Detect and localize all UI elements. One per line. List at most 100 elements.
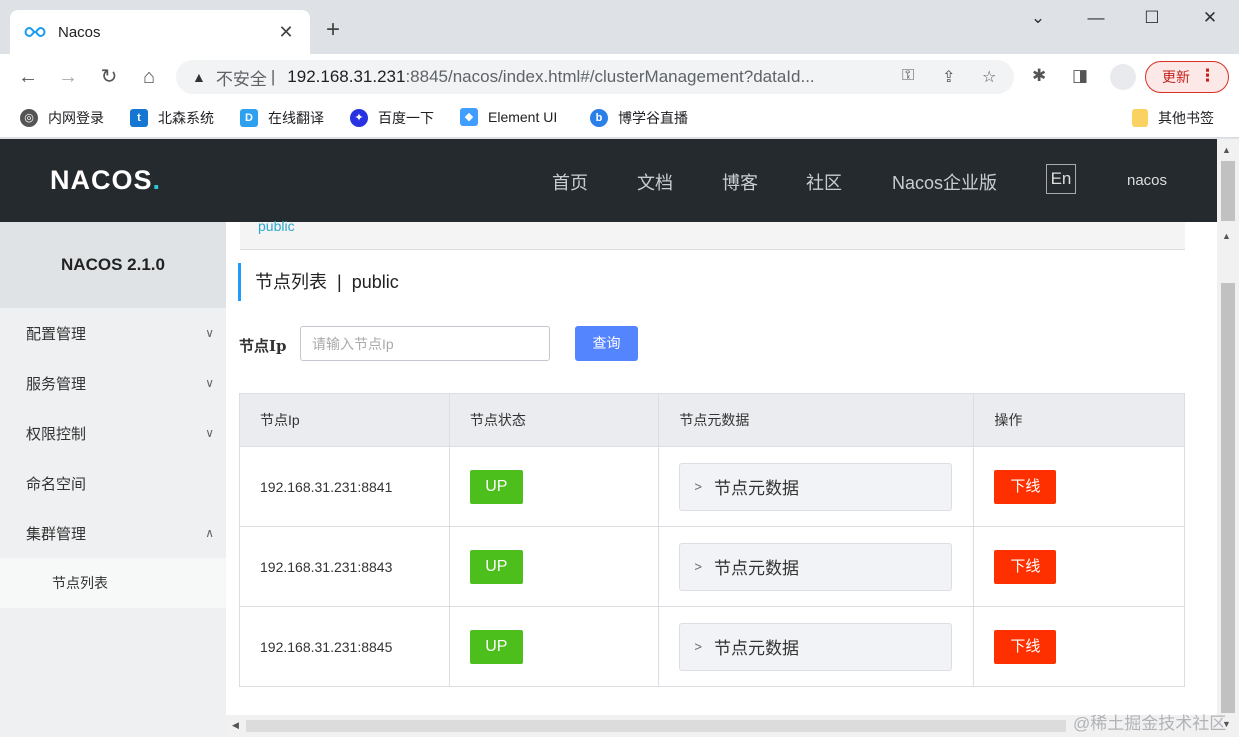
- update-button[interactable]: 更新 ⋮: [1145, 61, 1229, 93]
- page-title: 节点列表 | public: [238, 263, 399, 301]
- url-host: 192.168.31.231: [287, 67, 406, 86]
- language-toggle[interactable]: En: [1046, 164, 1076, 194]
- reload-icon[interactable]: ↻: [96, 64, 122, 90]
- browser-toolbar: ← → ↻ ⌂ ▲ 不安全 | 192.168.31.231 :8845/nac…: [0, 54, 1239, 100]
- more-menu-icon[interactable]: ⋮: [1199, 66, 1216, 86]
- column-header: 操作: [973, 393, 1185, 447]
- sidebar-item-cluster[interactable]: 集群管理 ∧: [0, 508, 226, 558]
- chevron-right-icon: >: [694, 639, 703, 654]
- nav-docs[interactable]: 文档: [637, 169, 673, 195]
- scroll-up-icon[interactable]: ▲: [1222, 231, 1231, 241]
- star-icon[interactable]: ☆: [982, 67, 996, 87]
- bookmark-label: 百度一下: [378, 110, 434, 126]
- nav-blog[interactable]: 博客: [722, 169, 758, 195]
- sidebar-item-config[interactable]: 配置管理 ∨: [0, 308, 226, 358]
- profile-avatar[interactable]: [1110, 64, 1136, 90]
- forward-arrow-icon[interactable]: →: [55, 64, 81, 90]
- sidebar-item-label: 配置管理: [26, 325, 87, 343]
- bookmark-item[interactable]: b 博学谷直播: [590, 108, 688, 128]
- content-scroll-thumb[interactable]: [1221, 283, 1235, 713]
- title-text: 节点列表: [255, 272, 327, 292]
- metadata-expander[interactable]: > 节点元数据: [679, 542, 953, 591]
- column-header: 节点状态: [448, 393, 660, 447]
- bookmark-item[interactable]: ✦ 百度一下: [350, 108, 434, 128]
- sidebar-item-namespace[interactable]: 命名空间: [0, 458, 226, 508]
- sidebar-item-label: 命名空间: [26, 475, 87, 493]
- page-scroll-thumb[interactable]: [1221, 161, 1235, 221]
- extensions-icon[interactable]: ✱: [1032, 66, 1046, 86]
- namespace-link[interactable]: public: [258, 218, 295, 234]
- globe-icon: ◎: [20, 109, 38, 127]
- column-header: 节点元数据: [658, 393, 975, 447]
- scroll-up-icon[interactable]: ▲: [1222, 145, 1231, 155]
- tab-strip: Nacos ✕ + ⌄ — ☐ ✕: [0, 0, 1239, 54]
- close-tab-icon[interactable]: ✕: [276, 22, 296, 43]
- bookmark-item[interactable]: ◆ Element UI: [460, 108, 557, 126]
- nacos-favicon-icon: [24, 25, 46, 39]
- sidebar-item-label: 服务管理: [26, 375, 87, 393]
- nav-enterprise[interactable]: Nacos企业版: [892, 169, 997, 195]
- node-state-cell: UP: [448, 606, 660, 687]
- minimize-icon[interactable]: —: [1081, 8, 1111, 28]
- bookmarks-bar: ◎ 内网登录 t 北森系统 D 在线翻译 ✦ 百度一下 ◆ Element UI…: [0, 100, 1239, 138]
- offline-button[interactable]: 下线: [994, 549, 1057, 584]
- other-bookmarks[interactable]: 其他书签: [1132, 108, 1214, 128]
- metadata-label: 节点元数据: [714, 479, 800, 498]
- sidebar-item-auth[interactable]: 权限控制 ∨: [0, 408, 226, 458]
- logo-text: NACOS: [50, 165, 153, 195]
- horizontal-scrollbar[interactable]: ◀: [226, 715, 1217, 737]
- node-ip-input[interactable]: [300, 326, 550, 361]
- side-panel-icon[interactable]: ◨: [1072, 66, 1088, 86]
- bookmark-item[interactable]: D 在线翻译: [240, 108, 324, 128]
- node-ip-cell: 192.168.31.231:8845: [239, 606, 450, 687]
- key-icon[interactable]: ⚿: [902, 67, 914, 85]
- sidebar-item-label: 集群管理: [26, 525, 87, 543]
- vertical-scrollbar[interactable]: ▲ ▲ ▼: [1217, 139, 1239, 737]
- status-badge: UP: [469, 629, 523, 664]
- user-name[interactable]: nacos: [1127, 172, 1167, 189]
- nav-community[interactable]: 社区: [806, 169, 842, 195]
- bookmark-item[interactable]: ◎ 内网登录: [20, 108, 104, 128]
- horizontal-scroll-thumb[interactable]: [246, 720, 1066, 732]
- filter-label: 节点Ip: [239, 337, 287, 355]
- chevron-down-icon[interactable]: ⌄: [1023, 8, 1053, 28]
- query-button[interactable]: 查询: [575, 326, 638, 361]
- home-icon[interactable]: ⌂: [136, 64, 162, 90]
- address-bar[interactable]: ▲ 不安全 | 192.168.31.231 :8845/nacos/index…: [176, 60, 1014, 94]
- url-path: :8845/nacos/index.html#/clusterManagemen…: [405, 67, 815, 86]
- back-arrow-icon[interactable]: ←: [15, 64, 41, 90]
- browser-tab[interactable]: Nacos ✕: [10, 10, 310, 54]
- metadata-expander[interactable]: > 节点元数据: [679, 622, 953, 671]
- sidebar-item-label: 权限控制: [26, 425, 87, 443]
- bookmark-label: 内网登录: [48, 110, 104, 126]
- tab-title: Nacos: [58, 23, 101, 41]
- sidebar-subitem-node-list[interactable]: 节点列表: [0, 558, 226, 608]
- offline-button[interactable]: 下线: [994, 629, 1057, 664]
- node-meta-cell: > 节点元数据: [658, 606, 975, 687]
- bookmark-item[interactable]: t 北森系统: [130, 108, 214, 128]
- nav-home[interactable]: 首页: [552, 169, 588, 195]
- main-content: public 节点列表 | public 节点Ip 查询 节点Ip 节点状态 节…: [226, 218, 1217, 715]
- translate-icon: D: [240, 109, 258, 127]
- nacos-logo[interactable]: NACOS.: [50, 165, 161, 196]
- table-row: 192.168.31.231:8843 UP > 节点元数据 下线: [239, 526, 1185, 607]
- sidebar-item-service[interactable]: 服务管理 ∨: [0, 358, 226, 408]
- maximize-icon[interactable]: ☐: [1137, 8, 1167, 28]
- share-icon[interactable]: ⇪: [942, 67, 955, 87]
- node-meta-cell: > 节点元数据: [658, 526, 975, 607]
- chevron-right-icon: >: [694, 479, 703, 494]
- close-window-icon[interactable]: ✕: [1195, 8, 1225, 28]
- baidu-icon: ✦: [350, 109, 368, 127]
- node-ip-cell: 192.168.31.231:8841: [239, 446, 450, 527]
- metadata-expander[interactable]: > 节点元数据: [679, 462, 953, 511]
- action-cell: 下线: [973, 526, 1185, 607]
- boxuegu-icon: b: [590, 109, 608, 127]
- node-ip-cell: 192.168.31.231:8843: [239, 526, 450, 607]
- bookmark-label: 北森系统: [158, 110, 214, 126]
- new-tab-button[interactable]: +: [326, 18, 340, 42]
- scroll-left-icon[interactable]: ◀: [232, 720, 239, 731]
- offline-button[interactable]: 下线: [994, 469, 1057, 504]
- sidebar-title: NACOS 2.1.0: [0, 222, 226, 308]
- chevron-right-icon: >: [694, 559, 703, 574]
- table-row: 192.168.31.231:8845 UP > 节点元数据 下线: [239, 606, 1185, 687]
